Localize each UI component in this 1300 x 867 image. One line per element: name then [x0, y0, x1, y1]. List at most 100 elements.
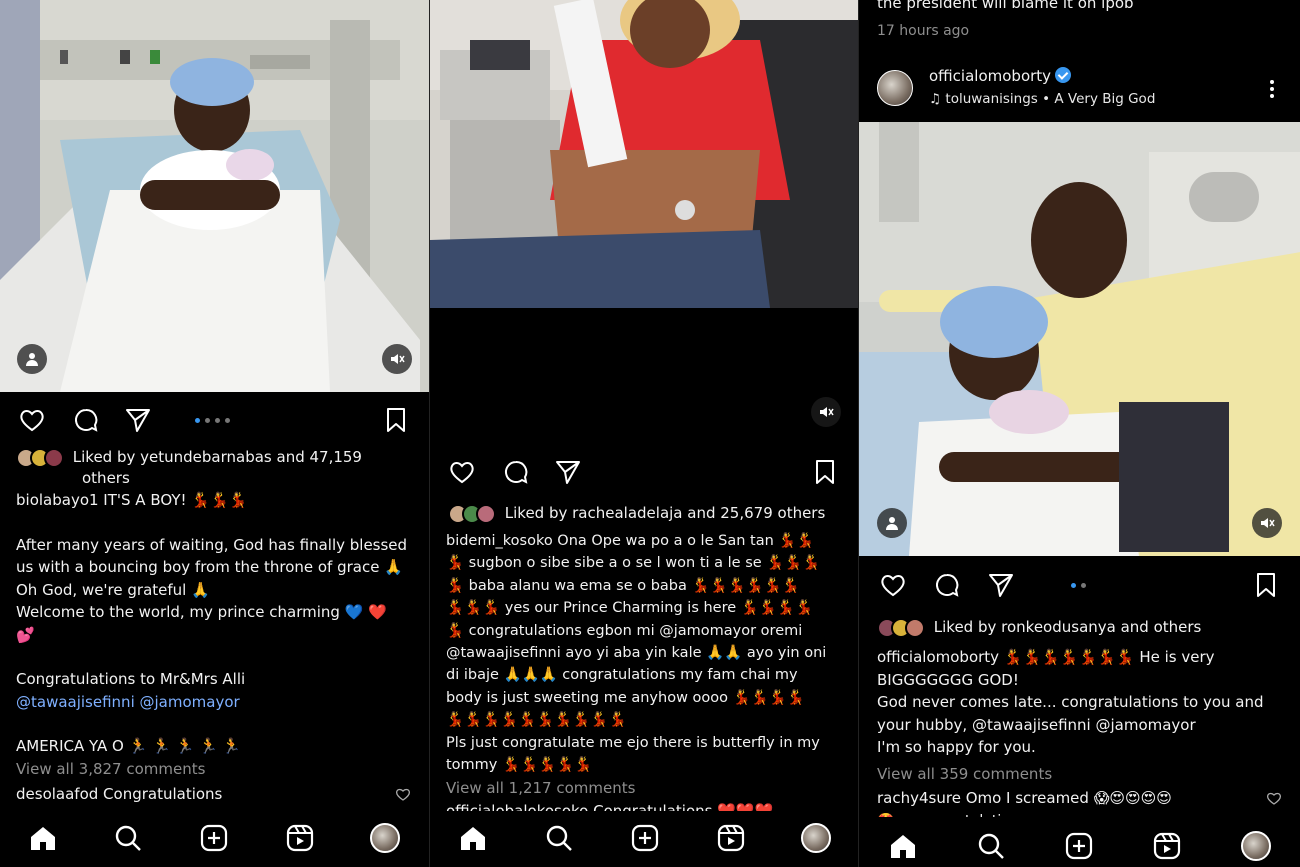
previous-caption: the president will blame it on ipob	[877, 0, 1134, 12]
send-icon[interactable]	[987, 571, 1015, 599]
comment-heart-icon[interactable]	[395, 786, 411, 802]
caption-line: 💕	[16, 625, 35, 644]
search-icon[interactable]	[544, 823, 574, 853]
mute-icon[interactable]	[382, 344, 412, 374]
plus-square-icon[interactable]	[199, 823, 229, 853]
reels-icon[interactable]	[285, 823, 315, 853]
home-icon[interactable]	[458, 823, 488, 853]
comment-icon[interactable]	[72, 406, 100, 434]
profile-avatar[interactable]	[801, 823, 831, 853]
view-comments-link[interactable]: View all 1,217 comments	[446, 779, 635, 797]
comment-icon[interactable]	[502, 458, 530, 486]
bottom-nav	[430, 811, 858, 867]
liker-avatars	[448, 503, 500, 524]
caption-line: Pls just congratulate me ejo there is bu…	[446, 734, 820, 751]
caption-line: Welcome to the world, my prince charming…	[16, 603, 387, 621]
caption-line: @tawaajisefinni ayo yi aba yin kale 🙏🙏 a…	[446, 645, 827, 662]
bookmark-icon[interactable]	[811, 458, 839, 486]
view-comments-link[interactable]: View all 359 comments	[877, 765, 1052, 783]
caption-line: tommy 💃💃💃💃💃	[446, 757, 593, 774]
caption-line: AMERICA YA O 🏃 🏃 🏃 🏃 🏃	[16, 737, 242, 755]
bookmark-icon[interactable]	[1252, 571, 1280, 599]
user-tag-icon[interactable]	[17, 344, 47, 374]
post-photo-clinic[interactable]	[430, 0, 858, 308]
top-comment: desolaafod Congratulations	[16, 785, 223, 803]
mute-icon[interactable]	[811, 397, 841, 427]
caption-line: I'm so happy for you.	[877, 738, 1036, 756]
caption-line: Congratulations to Mr&Mrs Alli	[16, 670, 246, 688]
poster-avatar[interactable]	[877, 70, 913, 106]
likes-text: Liked by ronkeodusanya and others	[933, 618, 1202, 636]
likes-text-cont: others	[82, 468, 130, 487]
music-info[interactable]: ♫ toluwanisings • A Very Big God	[929, 91, 1155, 107]
heart-icon[interactable]	[448, 458, 476, 486]
poster-username[interactable]: officialomoborty	[929, 67, 1072, 85]
post-caption: bidemi_kosoko Ona Ope wa po a o le San t…	[446, 530, 846, 776]
username-text: officialomoborty	[929, 67, 1052, 85]
carousel-indicator	[195, 418, 230, 423]
liker-avatars	[16, 447, 68, 468]
caption-line: di ibaje 🙏🙏🙏 congratulations my fam chai…	[446, 667, 798, 684]
post-photo-couple[interactable]	[859, 122, 1300, 556]
post-panel-2: Liked by rachealadelaja and 25,679 other…	[429, 0, 858, 867]
likes-text: Liked by rachealadelaja and 25,679 other…	[504, 504, 826, 522]
comment-heart-icon[interactable]	[1266, 790, 1282, 806]
bookmark-icon[interactable]	[382, 406, 410, 434]
caption-line: 💃💃💃💃💃💃💃💃💃💃	[446, 712, 627, 729]
caption-line: your hubby, @tawaajisefinni @jamomayor	[877, 715, 1196, 734]
caption-line: 💃 baba alanu wa ema se o baba 💃💃💃💃💃💃	[446, 577, 800, 594]
liker-avatars	[877, 617, 929, 638]
home-icon[interactable]	[888, 831, 918, 861]
caption-line: After many years of waiting, God has fin…	[16, 535, 408, 554]
heart-icon[interactable]	[879, 571, 907, 599]
reels-icon[interactable]	[1152, 831, 1182, 861]
caption-line: 💃💃💃 yes our Prince Charming is here 💃💃💃💃	[446, 600, 813, 617]
caption-line: Oh God, we're grateful 🙏	[16, 580, 210, 599]
video-blackout	[430, 308, 858, 444]
music-note-icon: ♫	[929, 91, 942, 107]
view-comments-link[interactable]: View all 3,827 comments	[16, 760, 205, 778]
reels-icon[interactable]	[716, 823, 746, 853]
likes-summary[interactable]: Liked by ronkeodusanya and others	[877, 617, 1287, 638]
caption-line: officialomoborty 💃💃💃💃💃💃💃 He is very	[877, 648, 1215, 666]
send-icon[interactable]	[554, 458, 582, 486]
post-caption: officialomoborty 💃💃💃💃💃💃💃 He is very BIGGG…	[877, 646, 1288, 759]
search-icon[interactable]	[976, 831, 1006, 861]
caption-line: 💃 sugbon o sibe sibe a o se l won ti a l…	[446, 555, 821, 572]
home-icon[interactable]	[28, 823, 58, 853]
user-tag-icon[interactable]	[877, 508, 907, 538]
post-panel-1: Liked by yetundebarnabas and 47,159 othe…	[0, 0, 429, 867]
plus-square-icon[interactable]	[630, 823, 660, 853]
bottom-nav	[0, 811, 429, 867]
post-actions	[0, 400, 429, 440]
caption-line: BIGGGGGGG GOD!	[877, 670, 1019, 689]
likes-summary[interactable]: Liked by rachealadelaja and 25,679 other…	[448, 503, 848, 524]
send-icon[interactable]	[124, 406, 152, 434]
post-actions	[430, 452, 858, 492]
search-icon[interactable]	[113, 823, 143, 853]
heart-icon[interactable]	[18, 406, 46, 434]
post-header: officialomoborty ♫ toluwanisings • A Ver…	[859, 60, 1300, 120]
caption-line: bidemi_kosoko Ona Ope wa po a o le San t…	[446, 533, 815, 549]
music-text: toluwanisings • A Very Big God	[945, 91, 1156, 107]
mute-icon[interactable]	[1252, 508, 1282, 538]
more-icon[interactable]	[1264, 78, 1280, 100]
comment-icon[interactable]	[933, 571, 961, 599]
post-photo-hospital[interactable]	[0, 0, 429, 392]
carousel-indicator	[1071, 583, 1086, 588]
verified-badge-icon	[1055, 67, 1072, 83]
post-panel-3: the president will blame it on ipob 17 h…	[858, 0, 1300, 867]
caption-line: biolabayo1 IT'S A BOY! 💃💃💃	[16, 491, 248, 509]
plus-square-icon[interactable]	[1064, 831, 1094, 861]
caption-mentions[interactable]: @tawaajisefinni @jamomayor	[16, 691, 417, 714]
post-caption: biolabayo1 IT'S A BOY! 💃💃💃 After many ye…	[16, 489, 417, 758]
caption-line: body is just sweeting me anyhow oooo 💃💃💃…	[446, 689, 805, 706]
previous-post-time: 17 hours ago	[877, 23, 970, 39]
profile-avatar[interactable]	[1241, 831, 1271, 861]
likes-summary[interactable]: Liked by yetundebarnabas and 47,159 othe…	[16, 447, 416, 488]
post-actions	[859, 565, 1300, 605]
caption-line: 💃 congratulations egbon mi @jamomayor or…	[446, 622, 803, 639]
bottom-nav	[859, 817, 1300, 867]
profile-avatar[interactable]	[370, 823, 400, 853]
top-comment: rachy4sure Omo I screamed 😱😍😍😍😍	[877, 789, 1172, 807]
